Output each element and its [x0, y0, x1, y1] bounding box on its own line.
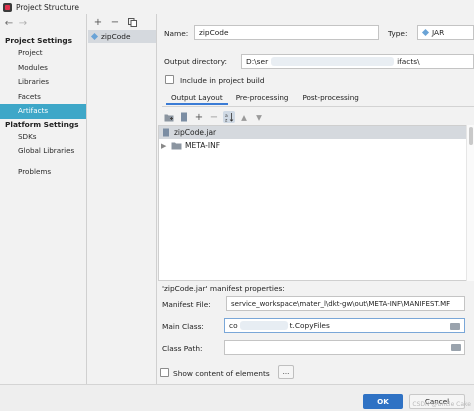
tab-strip: Output Layout Pre-processing Post-proces… — [162, 91, 474, 107]
tree-scrollbar[interactable] — [466, 125, 474, 281]
tree-item-label: META-INF — [185, 141, 221, 150]
browse-folder-icon[interactable] — [449, 321, 461, 331]
name-label: Name: — [164, 29, 189, 38]
class-path-label: Class Path: — [162, 344, 203, 353]
sort-elements-icon[interactable]: az — [223, 111, 235, 123]
nav-item-artifacts[interactable]: Artifacts — [0, 104, 86, 119]
jar-file-icon — [163, 128, 169, 137]
artifact-item-label: zipCode — [101, 32, 131, 41]
include-in-build-checkbox[interactable] — [165, 75, 174, 84]
nav-item-facets[interactable]: Facets — [0, 90, 86, 105]
nav-item-sdks[interactable]: SDKs — [0, 130, 86, 145]
main-class-prefix: co — [229, 321, 238, 330]
redacted-region — [239, 321, 288, 330]
browse-folder-icon[interactable] — [450, 342, 462, 352]
scrollbar-thumb[interactable] — [469, 127, 473, 145]
move-up-icon[interactable]: ▲ — [238, 111, 250, 123]
window-title: Project Structure — [16, 2, 79, 12]
tab-output-layout[interactable]: Output Layout — [166, 91, 228, 105]
nav-item-modules[interactable]: Modules — [0, 61, 86, 76]
copy-artifact-icon[interactable] — [125, 16, 139, 28]
tab-pre-processing[interactable]: Pre-processing — [231, 91, 294, 105]
remove-artifact-icon[interactable]: − — [108, 16, 122, 28]
name-input[interactable]: zipCode — [194, 25, 379, 40]
nav-item-problems[interactable]: Problems — [0, 165, 86, 180]
output-directory-input[interactable]: D:\ser ifacts\ — [241, 54, 474, 69]
output-directory-label: Output directory: — [164, 57, 228, 66]
new-directory-icon[interactable] — [163, 111, 175, 123]
type-label: Type: — [388, 29, 408, 38]
output-directory-tail: ifacts\ — [397, 57, 420, 66]
show-content-checkbox[interactable] — [160, 368, 169, 377]
main-class-input[interactable]: co t.CopyFiles — [224, 318, 465, 333]
manifest-file-label: Manifest File: — [162, 300, 211, 309]
add-artifact-icon[interactable]: + — [91, 16, 105, 28]
tree-item-label: zipCode.jar — [174, 128, 217, 137]
tree-row-zipcode-jar[interactable]: zipCode.jar — [159, 126, 473, 139]
app-icon — [3, 2, 12, 12]
tree-row-meta-inf[interactable]: ▶ META-INF — [159, 139, 473, 152]
include-in-build-label: Include in project build — [180, 76, 265, 85]
folder-icon — [171, 142, 182, 150]
add-copy-icon[interactable] — [178, 111, 190, 123]
move-down-icon[interactable]: ▼ — [253, 111, 265, 123]
type-select[interactable]: JAR — [417, 25, 474, 40]
show-content-more-button[interactable]: ... — [278, 365, 294, 379]
manifest-heading: 'zipCode.jar' manifest properties: — [162, 284, 285, 293]
redacted-region — [271, 57, 395, 66]
project-settings-heading: Project Settings — [5, 36, 73, 45]
ok-button[interactable]: OK — [363, 394, 403, 409]
type-value: JAR — [432, 28, 445, 37]
title-bar: Project Structure — [0, 0, 474, 14]
class-path-input[interactable] — [224, 340, 465, 355]
tab-post-processing[interactable]: Post-processing — [297, 91, 363, 105]
layout-toolbar: + − az ▲ ▼ — [160, 109, 474, 125]
manifest-file-input[interactable]: service_workspace\mater_l\dkt-gw\out\MET… — [226, 296, 465, 311]
artifact-item-zipcode[interactable]: zipCode — [88, 30, 156, 43]
jar-type-icon — [422, 29, 429, 36]
settings-nav-pane: ← → Project Settings Project Modules Libra… — [0, 14, 87, 384]
add-element-icon[interactable]: + — [193, 111, 205, 123]
remove-element-icon[interactable]: − — [208, 111, 220, 123]
output-layout-tree: zipCode.jar ▶ META-INF — [158, 125, 474, 281]
platform-settings-heading: Platform Settings — [5, 119, 79, 129]
expand-arrow-icon[interactable]: ▶ — [161, 142, 169, 150]
svg-text:z: z — [225, 119, 228, 123]
artifact-icon — [91, 33, 98, 40]
output-directory-value: D:\ser — [246, 57, 269, 66]
main-class-suffix: t.CopyFiles — [289, 321, 330, 330]
nav-item-global-libraries[interactable]: Global Libraries — [0, 144, 86, 159]
artifacts-list-pane: + − — [88, 14, 157, 384]
back-arrow-icon[interactable]: ← — [3, 17, 15, 29]
watermark: CSDN @Uncle Cake — [412, 401, 471, 408]
forward-arrow-icon[interactable]: → — [17, 17, 29, 29]
nav-item-project[interactable]: Project — [0, 46, 86, 61]
show-content-label: Show content of elements — [173, 369, 270, 378]
nav-item-libraries[interactable]: Libraries — [0, 75, 86, 90]
main-class-label: Main Class: — [162, 322, 204, 331]
